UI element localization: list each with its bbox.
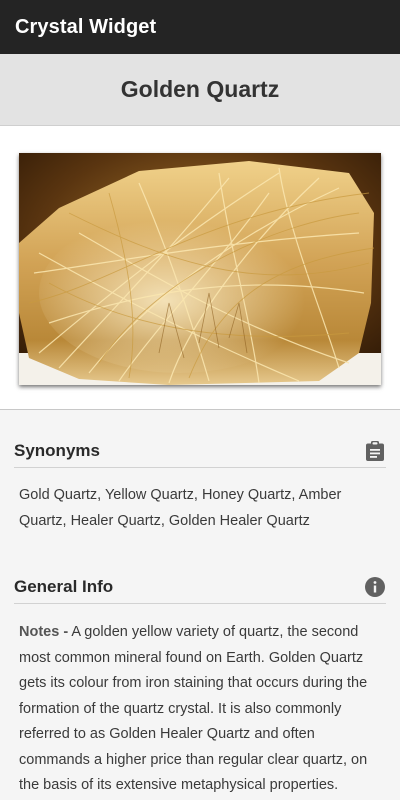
- app-title: Crystal Widget: [15, 15, 157, 38]
- app-bar: Crystal Widget: [0, 0, 400, 54]
- info-icon[interactable]: [364, 576, 386, 598]
- crystal-name: Golden Quartz: [120, 76, 280, 102]
- image-panel: [0, 126, 400, 410]
- general-info-heading: General Info: [14, 576, 114, 596]
- clipboard-icon[interactable]: [364, 440, 386, 462]
- general-info-notes: Notes - A golden yellow variety of quart…: [19, 620, 381, 799]
- crystal-header: Golden Quartz: [0, 54, 400, 126]
- synonyms-text: Gold Quartz, Yellow Quartz, Honey Quartz…: [19, 487, 342, 529]
- crystal-image-graphic: [19, 153, 381, 385]
- synonyms-heading: Synonyms: [14, 440, 100, 460]
- crystal-image[interactable]: [19, 153, 381, 385]
- synonyms-section-header: Synonyms: [14, 434, 386, 468]
- general-info-section-header: General Info: [14, 570, 386, 604]
- notes-body: A golden yellow variety of quartz, the s…: [19, 624, 368, 793]
- notes-label: Notes -: [19, 624, 69, 640]
